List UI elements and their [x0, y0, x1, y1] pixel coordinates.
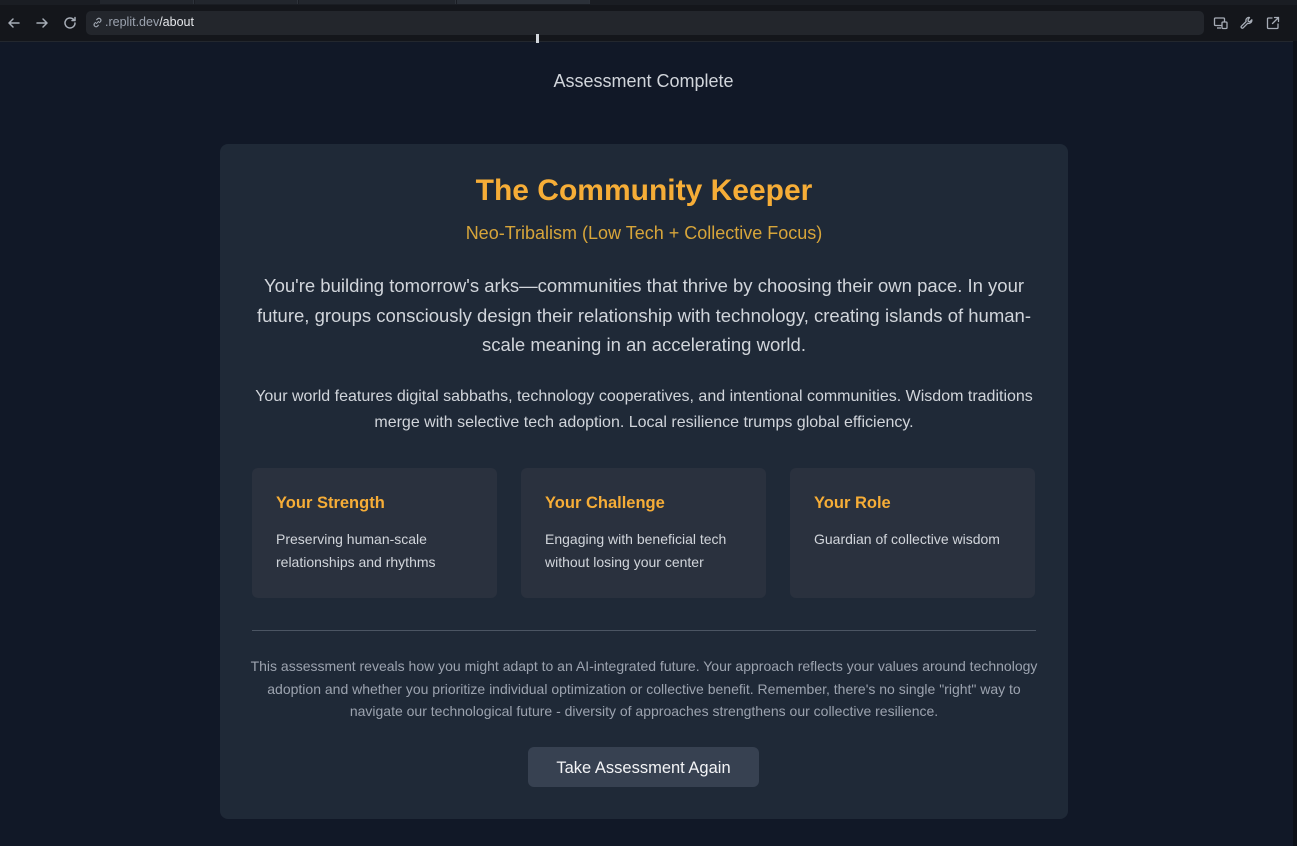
- trait-text: Preserving human-scale relationships and…: [276, 531, 436, 570]
- reload-icon[interactable]: [61, 14, 79, 32]
- result-type: Neo-Tribalism (Low Tech + Collective Foc…: [465, 223, 823, 243]
- result-title: The Community Keeper: [475, 174, 813, 207]
- trait-card-role: Your Role Guardian of collective wisdom: [790, 468, 1035, 598]
- page-scrollbar[interactable]: [1293, 41, 1297, 846]
- browser-tab[interactable]: [100, 0, 194, 4]
- browser-tab[interactable]: [195, 0, 298, 4]
- external-link-icon[interactable]: [1264, 14, 1282, 32]
- trait-heading: Your Strength: [276, 494, 385, 512]
- result-description: Your world features digital sabbaths, te…: [255, 388, 1033, 431]
- address-url: .replit.dev/about: [105, 15, 194, 29]
- take-assessment-again-button[interactable]: Take Assessment Again: [528, 747, 759, 787]
- clipped-heading-fragment: [536, 34, 539, 43]
- link-icon: [91, 16, 104, 29]
- browser-toolbar: .replit.dev/about: [0, 5, 1297, 42]
- browser-tab[interactable]: [457, 0, 590, 4]
- url-path: /about: [159, 15, 194, 29]
- wrench-icon[interactable]: [1238, 14, 1256, 32]
- result-lead: You're building tomorrow's arks—communit…: [256, 275, 1031, 355]
- trait-card-strength: Your Strength Preserving human-scale rel…: [252, 468, 497, 598]
- address-bar[interactable]: .replit.dev/about: [86, 11, 1204, 35]
- back-icon[interactable]: [5, 14, 23, 32]
- trait-heading: Your Role: [814, 494, 891, 512]
- assessment-footnote: This assessment reveals how you might ad…: [250, 658, 1038, 719]
- devices-icon[interactable]: [1212, 14, 1230, 32]
- forward-icon[interactable]: [33, 14, 51, 32]
- browser-tab[interactable]: [299, 0, 456, 4]
- assessment-status: Assessment Complete: [553, 71, 734, 91]
- trait-heading: Your Challenge: [545, 494, 665, 512]
- divider: [252, 630, 1036, 631]
- result-card: The Community Keeper Neo-Tribalism (Low …: [220, 144, 1068, 819]
- trait-text: Guardian of collective wisdom: [814, 531, 1000, 547]
- trait-text: Engaging with beneficial tech without lo…: [545, 531, 727, 570]
- trait-card-challenge: Your Challenge Engaging with beneficial …: [521, 468, 766, 598]
- url-host: .replit.dev: [105, 15, 160, 29]
